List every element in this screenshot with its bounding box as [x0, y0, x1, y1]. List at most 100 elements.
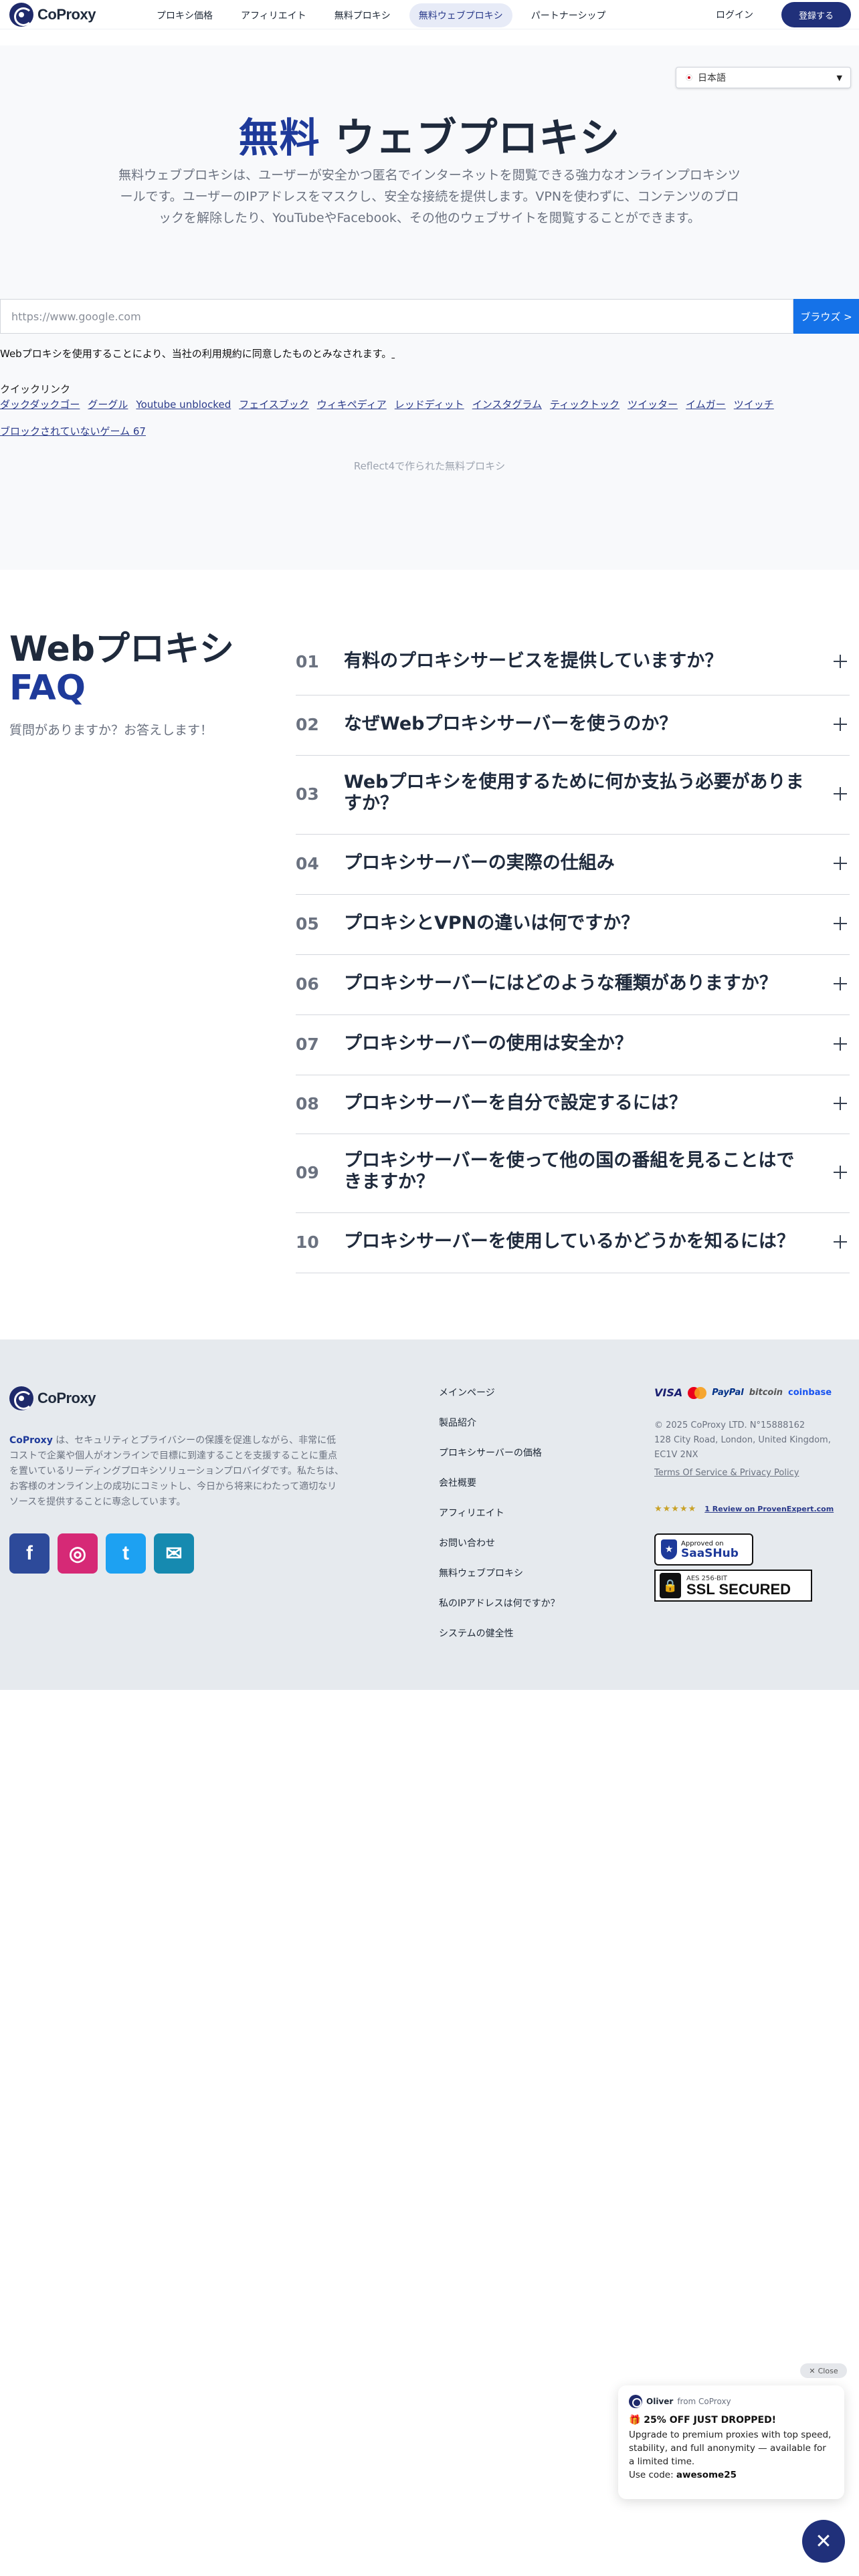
popup-sender: Oliver — [646, 2397, 674, 2406]
nav-link-proxy-pricing[interactable]: プロキシ価格 — [147, 3, 222, 27]
faq-number: 04 — [296, 854, 319, 873]
quick-link-twitter[interactable]: ツイッター — [628, 397, 678, 412]
ssl-line2: SSL SECURED — [686, 1580, 791, 1598]
plus-icon[interactable] — [834, 917, 847, 930]
saashub-line1: Approved on — [681, 1539, 724, 1547]
terms-text: Webプロキシを使用することにより、当社の利用規約に同意したものとみなされます。 — [0, 348, 392, 360]
plus-icon[interactable] — [834, 857, 847, 870]
payment-methods: VISA PayPal bitcoin coinbase — [654, 1386, 832, 1399]
popup-header: Oliver from CoProxy — [629, 2395, 834, 2408]
nav-link-free-proxy[interactable]: 無料プロキシ — [325, 3, 400, 27]
quick-link-unblocked-games[interactable]: ブロックされていないゲーム 67 — [0, 424, 146, 439]
shield-icon: ★ — [661, 1539, 677, 1560]
footer-link-affiliate[interactable]: アフィリエイト — [439, 1507, 560, 1537]
footer-brand: CoProxy — [9, 1435, 53, 1446]
faq-title-line1: Webプロキシ — [9, 629, 234, 669]
plus-icon[interactable] — [834, 1166, 847, 1179]
plus-icon[interactable] — [834, 1037, 847, 1051]
footer-link-products[interactable]: 製品紹介 — [439, 1416, 560, 1446]
footer-logo-text: CoProxy — [37, 1390, 96, 1406]
chat-toggle-button[interactable]: ✕ — [802, 2520, 845, 2563]
facebook-icon[interactable]: f — [9, 1533, 50, 1574]
footer-links: メインページ 製品紹介 プロキシサーバーの価格 会社概要 アフィリエイト お問い… — [439, 1386, 560, 1657]
footer-link-about[interactable]: 会社概要 — [439, 1477, 560, 1507]
lock-icon: 🔒 — [660, 1573, 681, 1598]
quick-link-youtube[interactable]: Youtube unblocked — [136, 397, 231, 412]
made-by-note: Reflect4で作られた無料プロキシ — [353, 460, 506, 472]
copyright: © 2025 CoProxy LTD. N°15888162 — [654, 1420, 805, 1430]
faq-item[interactable]: 05 プロキシとVPNの違いは何ですか？ — [296, 895, 850, 955]
plus-icon[interactable] — [834, 718, 847, 731]
url-input[interactable] — [0, 299, 793, 334]
terms-notice: Webプロキシを使用することにより、当社の利用規約に同意したものとみなされます。 — [0, 346, 395, 360]
footer-link-web-proxy[interactable]: 無料ウェブプロキシ — [439, 1567, 560, 1597]
instagram-icon[interactable]: ◎ — [58, 1533, 98, 1574]
faq-question: プロキシサーバーを自分で設定するには？ — [344, 1093, 687, 1113]
nav-link-affiliate[interactable]: アフィリエイト — [231, 3, 316, 27]
quick-link-imgur[interactable]: イムガー — [686, 397, 726, 412]
footer-link-my-ip[interactable]: 私のIPアドレスは何ですか？ — [439, 1597, 560, 1627]
plus-icon[interactable] — [834, 787, 847, 800]
quick-link-google[interactable]: グーグル — [88, 397, 128, 412]
faq-item[interactable]: 03 Webプロキシを使用するために何か支払う必要がありますか？ — [296, 756, 850, 835]
faq-item[interactable]: 02 なぜWebプロキシサーバーを使うのか？ — [296, 695, 850, 756]
faq-number: 08 — [296, 1094, 319, 1113]
popup-close-button[interactable]: ✕ Close — [800, 2363, 847, 2378]
quick-link-twitch[interactable]: ツイッチ — [734, 397, 774, 412]
footer-link-pricing[interactable]: プロキシサーバーの価格 — [439, 1446, 560, 1477]
promo-popup[interactable]: Oliver from CoProxy 🎁 25% OFF JUST DROPP… — [618, 2385, 844, 2499]
quick-link-reddit[interactable]: レッドディット — [395, 397, 464, 412]
faq-item[interactable]: 04 プロキシサーバーの実際の仕組み — [296, 835, 850, 895]
bitcoin-icon: bitcoin — [749, 1388, 783, 1398]
review-link[interactable]: 1 Review on ProvenExpert.com — [704, 1505, 834, 1513]
faq-item[interactable]: 09 プロキシサーバーを使って他の国の番組を見ることはできますか？ — [296, 1134, 850, 1213]
footer-logo[interactable]: CoProxy — [9, 1386, 96, 1410]
footer-link-home[interactable]: メインページ — [439, 1386, 560, 1416]
quick-link-facebook[interactable]: フェイスブック — [239, 397, 309, 412]
footer-link-status[interactable]: システムの健全性 — [439, 1627, 560, 1657]
faq-item[interactable]: 07 プロキシサーバーの使用は安全か？ — [296, 1015, 850, 1075]
language-select[interactable]: 日本語 ▼ — [676, 67, 851, 88]
terms-privacy-link[interactable]: Terms Of Service & Privacy Policy — [654, 1468, 799, 1478]
quick-link-wikipedia[interactable]: ウィキペディア — [317, 397, 387, 412]
footer-description-text: は、セキュリティとプライバシーの保護を促進しながら、非常に低コストで企業や個人が… — [9, 1435, 344, 1507]
title-accent: 無料 — [238, 115, 320, 162]
plus-icon[interactable] — [834, 1235, 847, 1249]
terms-link[interactable] — [391, 348, 395, 360]
logo[interactable]: CoProxy — [9, 3, 96, 27]
popup-code-line: Use code: awesome25 — [629, 2470, 834, 2480]
nav-link-partnership[interactable]: パートナーシップ — [522, 3, 615, 27]
popup-title: 🎁 25% OFF JUST DROPPED! — [629, 2415, 777, 2426]
quick-link-tiktok[interactable]: ティックトック — [550, 397, 619, 412]
footer: CoProxy CoProxy は、セキュリティとプライバシーの保護を促進しなが… — [0, 1339, 859, 1690]
plus-icon[interactable] — [834, 977, 847, 990]
faq-title-line2: FAQ — [9, 668, 86, 708]
plus-icon[interactable] — [834, 655, 847, 668]
coinbase-icon: coinbase — [788, 1388, 832, 1398]
signup-button[interactable]: 登録する — [781, 2, 851, 27]
plus-icon[interactable] — [834, 1097, 847, 1110]
coproxy-logo-icon — [9, 1386, 33, 1410]
footer-link-contact[interactable]: お問い合わせ — [439, 1537, 560, 1567]
twitter-icon[interactable]: t — [106, 1533, 146, 1574]
faq-item[interactable]: 01 有料のプロキシサービスを提供していますか？ — [296, 637, 850, 695]
faq-item[interactable]: 06 プロキシサーバーにはどのような種類がありますか？ — [296, 955, 850, 1015]
saashub-line2: SaaSHub — [681, 1546, 739, 1560]
quick-link-duckduckgo[interactable]: ダックダックゴー — [0, 397, 80, 412]
faq-item[interactable]: 10 プロキシサーバーを使用しているかどうかを知るには？ — [296, 1213, 850, 1273]
popup-from: from CoProxy — [677, 2397, 731, 2406]
url-form: ブラウズ > — [0, 299, 859, 334]
ssl-badge: 🔒 AES 256-BIT SSL SECURED — [654, 1570, 812, 1602]
saashub-badge[interactable]: ★ Approved on SaaSHub — [654, 1533, 753, 1566]
browse-button[interactable]: ブラウズ > — [793, 299, 859, 334]
faq-item[interactable]: 08 プロキシサーバーを自分で設定するには？ — [296, 1075, 850, 1134]
login-link[interactable]: ログイン — [716, 8, 753, 21]
nav-link-free-web-proxy[interactable]: 無料ウェブプロキシ — [409, 3, 512, 27]
email-icon[interactable]: ✉ — [154, 1533, 194, 1574]
quick-links-label: クイックリンク — [0, 383, 71, 395]
review-stars: ★★★★★ — [654, 1504, 697, 1514]
quick-links: ダックダックゴー グーグル Youtube unblocked フェイスブック … — [0, 397, 830, 439]
address: 128 City Road, London, United Kingdom, E… — [654, 1435, 831, 1460]
quick-link-instagram[interactable]: インスタグラム — [472, 397, 542, 412]
popup-code: awesome25 — [676, 2470, 737, 2480]
